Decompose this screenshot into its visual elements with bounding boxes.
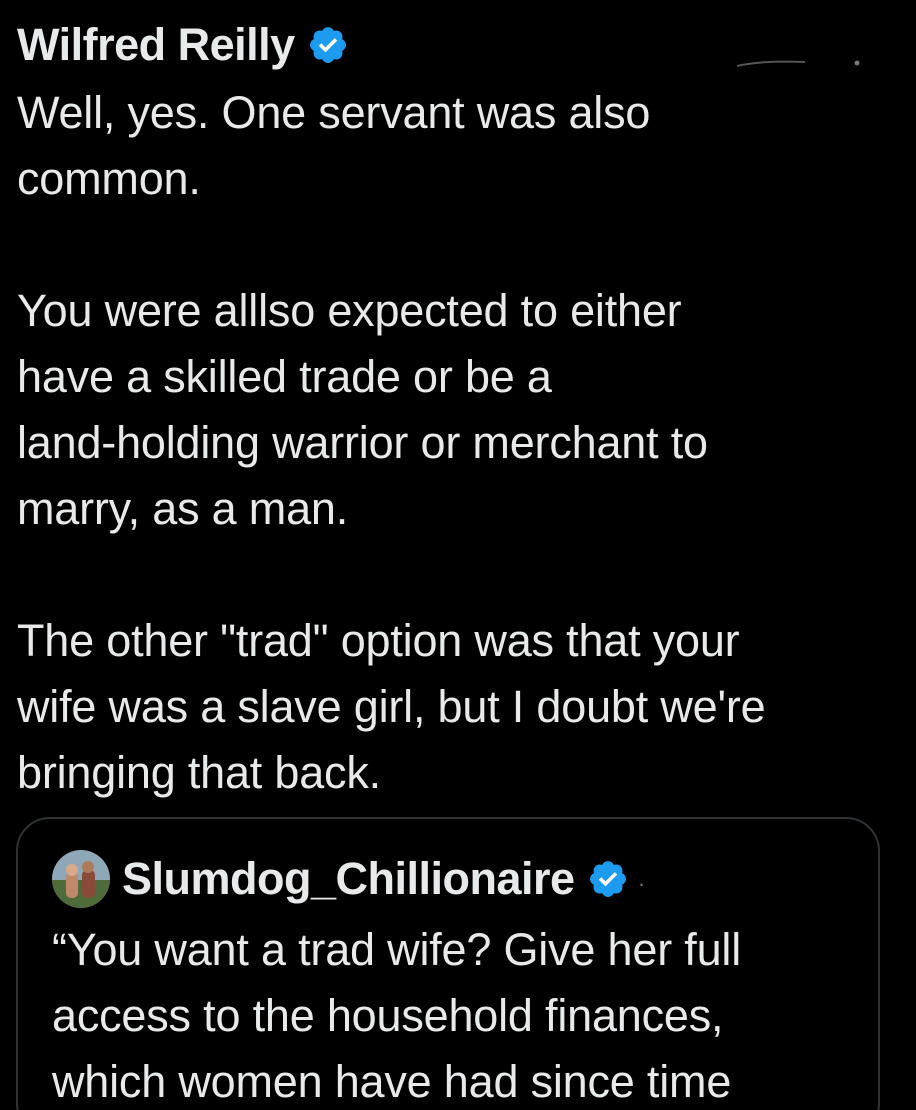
quoted-tweet-header: Slumdog_Chillionaire . — [52, 847, 645, 911]
author-name[interactable]: Wilfred Reilly — [17, 14, 295, 76]
quoted-meta-truncated: . — [638, 866, 645, 891]
quoted-tweet-card[interactable]: Slumdog_Chillionaire . “You want a trad … — [16, 817, 880, 1110]
verified-badge-icon[interactable] — [587, 858, 629, 900]
verified-badge-icon[interactable] — [307, 24, 349, 66]
avatar[interactable] — [52, 850, 110, 908]
tweet: Wilfred Reilly Well, yes. One servant wa… — [17, 14, 907, 806]
quoted-author-name[interactable]: Slumdog_Chillionaire — [122, 853, 575, 905]
redacted-mark — [736, 60, 860, 67]
tweet-text: Well, yes. One servant was also common. … — [17, 87, 766, 798]
quoted-tweet-text: “You want a trad wife? Give her full acc… — [52, 924, 742, 1107]
